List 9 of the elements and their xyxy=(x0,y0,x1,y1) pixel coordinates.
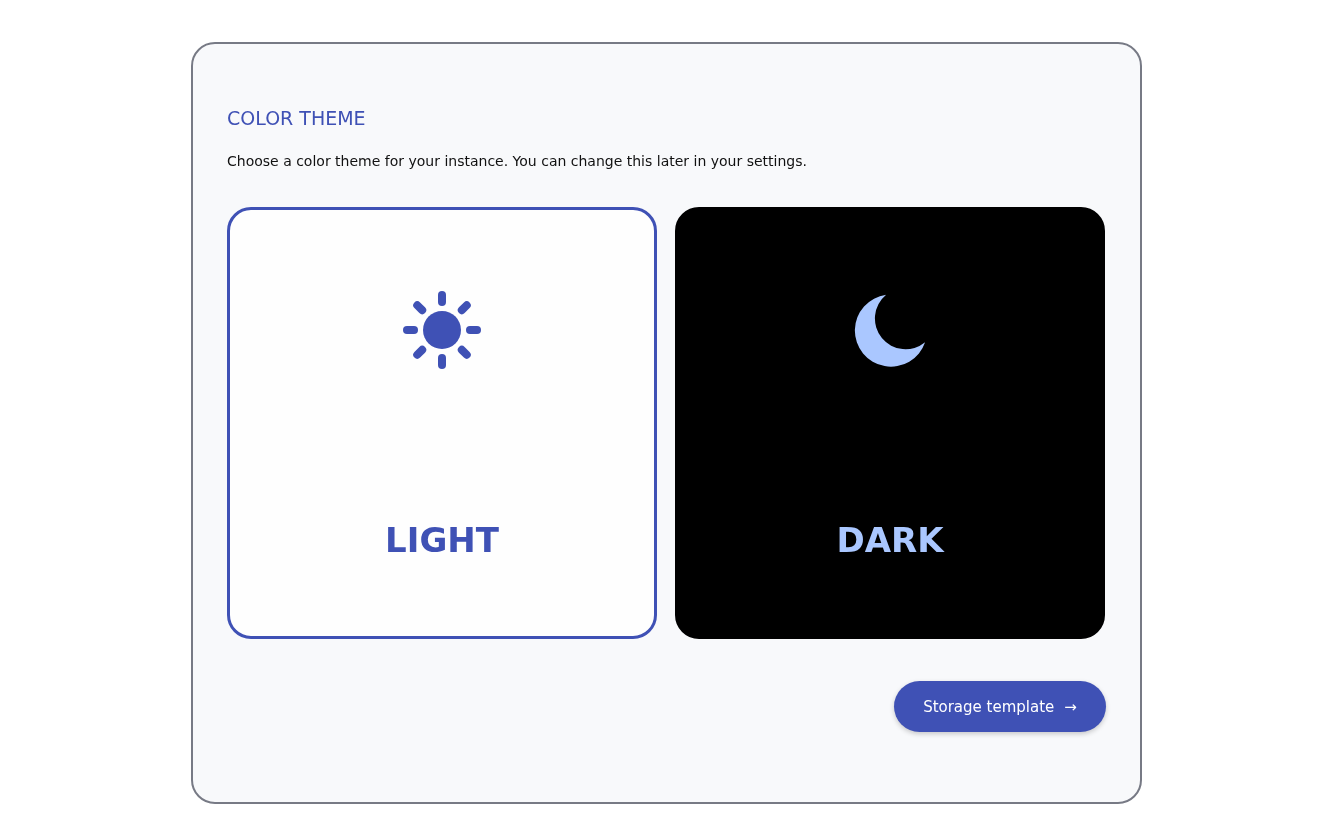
arrow-icon: → xyxy=(1064,697,1077,716)
section-title: COLOR THEME xyxy=(227,106,367,130)
sun-icon xyxy=(403,291,481,369)
theme-label: LIGHT xyxy=(385,520,499,560)
storage-template-button[interactable]: Storage template → xyxy=(894,681,1106,732)
theme-option[interactable]: DARK xyxy=(675,207,1105,639)
theme-label: DARK xyxy=(836,520,944,560)
section-description: Choose a color theme for your instance. You can change this later in your settings. xyxy=(227,152,808,170)
theme-option[interactable]: LIGHT xyxy=(227,207,657,639)
